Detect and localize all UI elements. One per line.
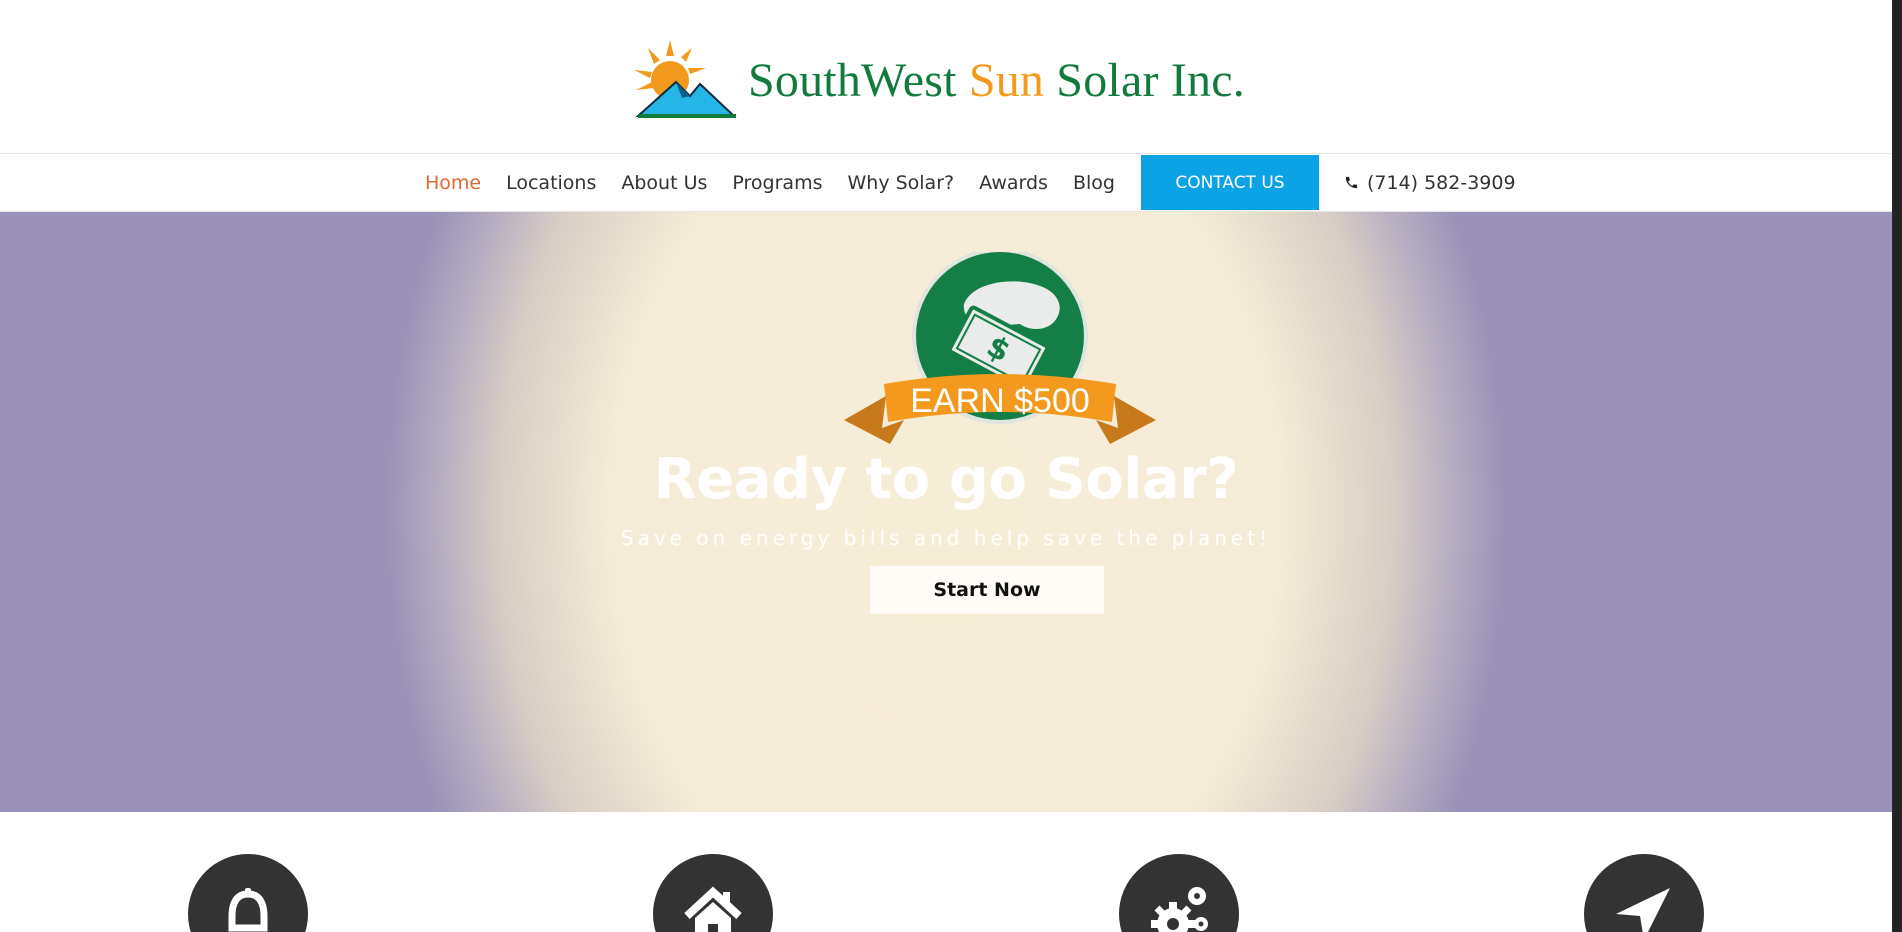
nav-item-blog[interactable]: Blog: [1073, 172, 1115, 194]
phone-link[interactable]: (714) 582-3909: [1344, 172, 1516, 194]
site-name: SouthWest Sun Solar Inc.: [748, 53, 1245, 107]
home-icon: [684, 886, 742, 932]
nav-item-programs[interactable]: Programs: [732, 172, 822, 194]
bell-icon: [228, 888, 268, 932]
hero-subtitle: Save on energy bills and help save the p…: [620, 526, 1272, 550]
nav-menu: Home Locations About Us Programs Why Sol…: [425, 154, 1516, 211]
earn-500-badge: $ EARN $500: [844, 252, 1156, 444]
phone-icon: [1345, 176, 1358, 189]
nav-item-home[interactable]: Home: [425, 172, 481, 194]
location-arrow-icon: [1616, 888, 1670, 932]
page: SouthWest Sun Solar Inc. Home Locations …: [0, 0, 1892, 932]
hero-title: Ready to go Solar?: [653, 447, 1239, 512]
nav-item-locations[interactable]: Locations: [506, 172, 596, 194]
contact-us-button[interactable]: CONTACT US: [1140, 155, 1319, 210]
feature-circle-alerts[interactable]: [188, 854, 308, 932]
nav-item-why-solar[interactable]: Why Solar?: [847, 172, 954, 194]
hero-banner: $ EARN $500 Ready to go Solar? Save on e…: [0, 212, 1892, 812]
gears-icon: [1151, 887, 1208, 932]
nav-item-about-us[interactable]: About Us: [621, 172, 707, 194]
phone-number: (714) 582-3909: [1366, 171, 1516, 194]
sun-mountain-logo-icon: [634, 40, 737, 118]
nav-item-awards[interactable]: Awards: [979, 172, 1048, 194]
scrollbar[interactable]: [1892, 0, 1902, 932]
main-nav: Home Locations About Us Programs Why Sol…: [0, 154, 1892, 212]
feature-circle-location[interactable]: [1584, 854, 1704, 932]
badge-text: EARN $500: [910, 382, 1090, 420]
header: SouthWest Sun Solar Inc.: [0, 0, 1892, 154]
features-row: [0, 812, 1892, 932]
site-logo[interactable]: SouthWest Sun Solar Inc.: [630, 38, 1245, 122]
start-now-button[interactable]: Start Now: [870, 566, 1104, 614]
scrollbar-thumb[interactable]: [1893, 0, 1901, 932]
feature-circle-gears[interactable]: [1119, 854, 1239, 932]
feature-circle-home[interactable]: [653, 854, 773, 932]
